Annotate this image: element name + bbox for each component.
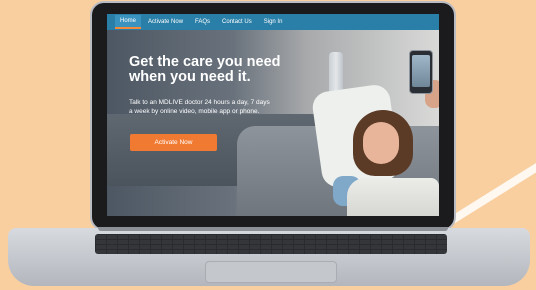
laptop-lid: Home Activate Now FAQs Contact Us Sign I…	[92, 3, 454, 229]
blanket	[347, 178, 439, 216]
site-navbar: Home Activate Now FAQs Contact Us Sign I…	[107, 14, 439, 30]
nav-sign-in[interactable]: Sign In	[259, 16, 288, 28]
headline-line-2: when you need it.	[129, 69, 251, 85]
headline-line-1: Get the care you need	[129, 54, 281, 70]
phone-icon	[409, 50, 433, 94]
laptop-hinge	[98, 227, 448, 231]
trackpad	[205, 261, 337, 283]
hero-image: Get the care you need when you need it. …	[107, 30, 439, 216]
nav-contact-us[interactable]: Contact Us	[217, 16, 257, 28]
nav-home[interactable]: Home	[115, 15, 142, 29]
hero-subtext: Talk to an MDLIVE doctor 24 hours a day,…	[129, 98, 329, 116]
child-face	[363, 122, 399, 164]
phone-screen	[412, 55, 430, 87]
subtext-line-2: a week by online video, mobile app or ph…	[129, 108, 260, 115]
activate-now-button[interactable]: Activate Now	[130, 134, 217, 151]
laptop-screen: Home Activate Now FAQs Contact Us Sign I…	[107, 14, 439, 216]
hero-headline: Get the care you need when you need it.	[129, 55, 339, 85]
nav-faqs[interactable]: FAQs	[190, 16, 215, 28]
keyboard	[95, 234, 447, 254]
subtext-line-1: Talk to an MDLIVE doctor 24 hours a day,…	[129, 99, 270, 106]
nav-activate-now[interactable]: Activate Now	[143, 16, 188, 28]
